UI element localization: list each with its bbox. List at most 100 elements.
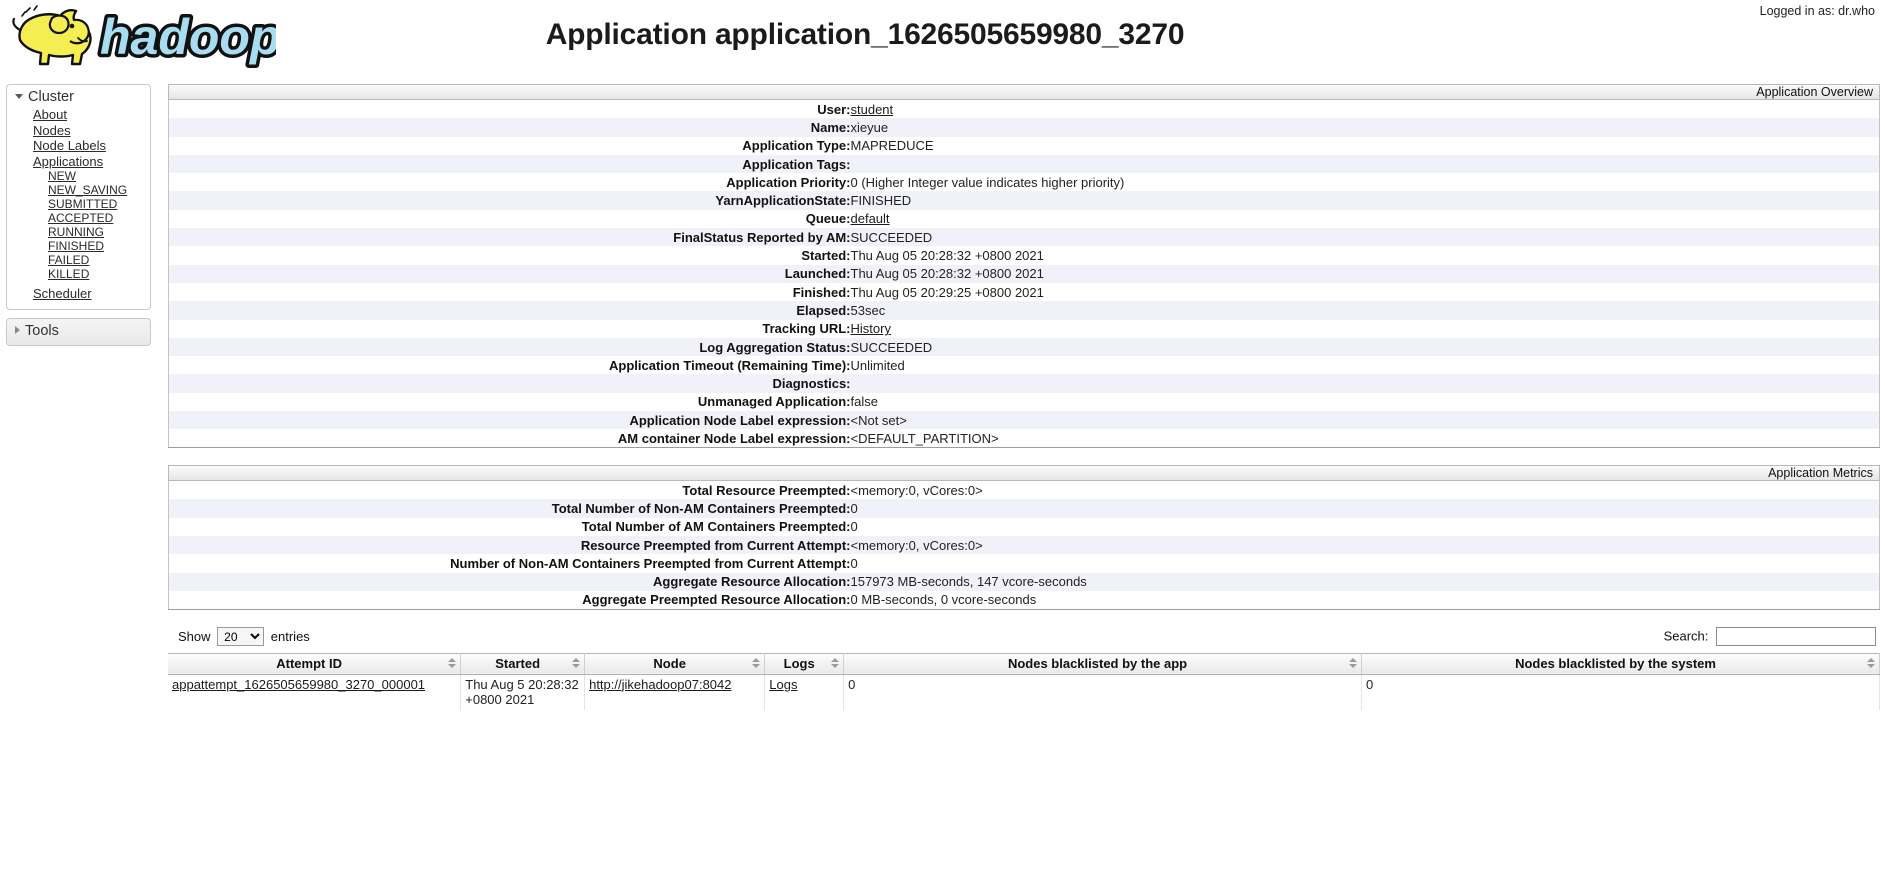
search-input[interactable] [1716,626,1876,646]
overview-label-tracking-url: Tracking URL: [762,321,851,337]
logged-in-status: Logged in as: dr.who [1759,4,1875,18]
column-header-started[interactable]: Started [460,653,586,675]
overview-label-name: Name: [810,119,851,135]
sidebar-item-applications[interactable]: Applications NEW NEW_SAVING SUBMITTED AC… [33,154,150,282]
application-metrics-title: Application Metrics [168,465,1880,482]
overview-value-application-priority: 0 (Higher Integer value indicates higher… [850,174,1125,190]
metrics-value-resource-preempted-current-attempt: <memory:0, vCores:0> [850,537,983,553]
metrics-value-aggregate-preempted-resource-allocation: 0 MB-seconds, 0 vcore-seconds [850,592,1037,608]
sidebar-link-submitted[interactable]: SUBMITTED [48,197,117,211]
metrics-row-aggregate-preempted-resource-allocation: Aggregate Preempted Resource Allocation:… [168,590,1880,610]
overview-value-elapsed: 53sec [850,302,886,318]
overview-row-name: Name: xieyue [168,118,1880,137]
column-header-blacklisted-by-app[interactable]: Nodes blacklisted by the app [843,653,1363,675]
sort-icon-node[interactable] [751,657,760,670]
column-header-attempt-id[interactable]: Attempt ID [168,653,462,675]
overview-value-tracking-url: History [851,320,1880,338]
application-overview-table: User: student Name: xieyue Application Typ… [168,100,1880,449]
sidebar-tools-header[interactable]: Tools [7,322,150,341]
overview-label-application-timeout: Application Timeout (Remaining Time): [609,357,851,373]
sidebar-link-new[interactable]: NEW [48,169,76,183]
sidebar-link-running[interactable]: RUNNING [48,225,104,239]
overview-label-application-priority: Application Priority: [726,174,851,190]
overview-label-am-node-label-expression: AM container Node Label expression: [617,430,851,446]
overview-label-final-status: FinalStatus Reported by AM: [673,229,851,245]
cell-blacklisted-by-app: 0 [843,674,1363,710]
caret-down-icon [15,93,23,99]
attempts-table-header-row: Attempt ID Started Node Logs Nodes black… [168,653,1880,675]
metrics-label-non-am-containers-current-attempt: Number of Non-AM Containers Preempted fr… [450,555,851,571]
sidebar-item-state-finished[interactable]: FINISHED [48,239,150,253]
page-title: Application application_1626505659980_32… [545,18,1185,51]
entries-per-page-select[interactable]: 20 40 60 80 100 [217,626,265,646]
user-link[interactable]: student [851,102,894,117]
metrics-value-total-resource-preempted: <memory:0, vCores:0> [850,482,983,498]
sidebar-link-finished[interactable]: FINISHED [48,239,104,253]
sidebar-item-nodes[interactable]: Nodes [33,123,150,139]
sort-icon-blacklisted-by-app[interactable] [1348,657,1357,670]
sidebar-item-state-running[interactable]: RUNNING [48,225,150,239]
sidebar-link-accepted[interactable]: ACCEPTED [48,211,113,225]
sidebar-link-failed[interactable]: FAILED [48,253,89,267]
tracking-url-link[interactable]: History [851,321,891,336]
sidebar-item-state-new[interactable]: NEW [48,169,150,183]
column-label-started: Started [495,656,541,672]
sidebar-link-applications[interactable]: Applications [33,154,103,169]
sort-icon-logs[interactable] [830,657,839,670]
overview-label-user: User: [817,101,851,117]
sidebar-item-state-accepted[interactable]: ACCEPTED [48,211,150,225]
overview-row-diagnostics: Diagnostics: [168,374,1880,393]
overview-label-finished: Finished: [792,284,851,300]
cell-logs: Logs [764,674,845,710]
column-label-attempt-id: Attempt ID [276,656,342,672]
overview-label-unmanaged-application: Unmanaged Application: [697,394,851,410]
sidebar-cluster-header[interactable]: Cluster [7,88,150,107]
sidebar-item-scheduler[interactable]: Scheduler [33,286,150,302]
sidebar-section-tools[interactable]: Tools [6,317,151,346]
sidebar-link-about[interactable]: About [33,107,67,122]
node-link[interactable]: http://jikehadoop07:8042 [589,677,731,692]
sidebar-link-nodes[interactable]: Nodes [33,123,71,138]
sidebar-link-killed[interactable]: KILLED [48,267,89,281]
sidebar-item-state-new-saving[interactable]: NEW_SAVING [48,183,150,197]
sidebar-link-node-labels[interactable]: Node Labels [33,138,106,153]
overview-label-app-node-label-expression: Application Node Label expression: [629,412,851,428]
cell-node: http://jikehadoop07:8042 [584,674,766,710]
overview-value-launched: Thu Aug 05 20:28:32 +0800 2021 [850,266,1044,282]
attempts-table-controls: Show 20 40 60 80 100 entries Search: [168,626,1880,653]
sidebar-link-new-saving[interactable]: NEW_SAVING [48,183,127,197]
sort-icon-started[interactable] [571,657,580,670]
overview-row-log-aggregation-status: Log Aggregation Status: SUCCEEDED [168,337,1880,357]
sidebar-tools-label: Tools [25,322,59,339]
sidebar-item-state-killed[interactable]: KILLED [48,267,150,281]
sidebar-item-state-submitted[interactable]: SUBMITTED [48,197,150,211]
overview-row-yarn-application-state: YarnApplicationState: FINISHED [168,191,1880,210]
sidebar-link-scheduler[interactable]: Scheduler [33,286,92,301]
column-header-blacklisted-by-system[interactable]: Nodes blacklisted by the system [1361,653,1880,675]
sidebar-item-about[interactable]: About [33,107,150,123]
entries-label: entries [270,628,310,644]
sidebar-item-state-failed[interactable]: FAILED [48,253,150,267]
overview-row-started: Started: Thu Aug 05 20:28:32 +0800 2021 [168,246,1880,265]
overview-row-user: User: student [168,100,1880,119]
caret-right-icon [15,325,20,334]
overview-value-unmanaged-application: false [850,394,878,410]
sidebar-item-node-labels[interactable]: Node Labels [33,138,150,154]
sort-icon-attempt-id[interactable] [447,657,456,670]
column-header-node[interactable]: Node [584,653,766,675]
column-header-logs[interactable]: Logs [764,653,845,675]
metrics-label-am-containers-preempted: Total Number of AM Containers Preempted: [581,519,851,535]
overview-row-elapsed: Elapsed: 53sec [168,301,1880,320]
overview-value-application-tags [851,155,1880,173]
attempt-id-link[interactable]: appattempt_1626505659980_3270_000001 [172,677,425,692]
overview-row-app-node-label-expression: Application Node Label expression: <Not s… [168,411,1880,430]
main-content: Application Overview User: student Name: x… [168,84,1880,710]
logs-link[interactable]: Logs [769,677,797,692]
search-label: Search: [1663,628,1709,644]
overview-value-app-node-label-expression: <Not set> [850,412,907,428]
overview-value-diagnostics [851,374,1880,392]
column-label-logs: Logs [783,656,815,672]
show-label: Show [178,628,211,644]
queue-link[interactable]: default [851,211,890,226]
sort-icon-blacklisted-by-system[interactable] [1866,657,1875,670]
